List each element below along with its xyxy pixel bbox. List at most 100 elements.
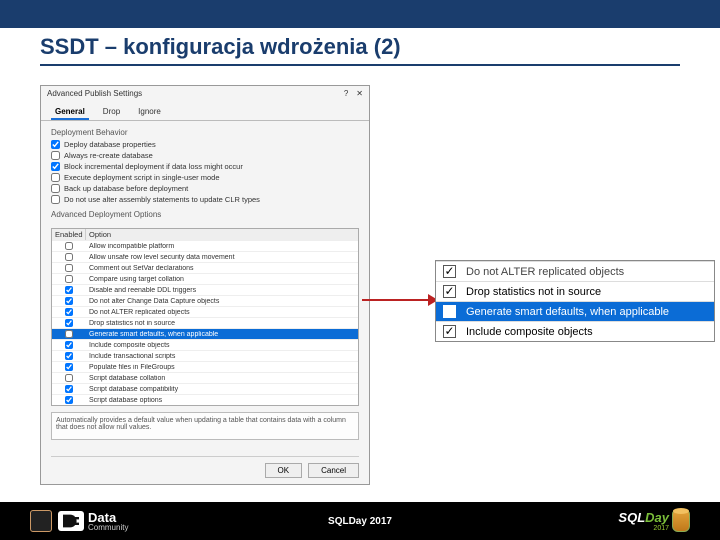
th-enabled: Enabled (52, 229, 86, 240)
option-checkbox[interactable] (65, 374, 73, 382)
behavior-label: Block incremental deployment if data los… (64, 162, 243, 171)
dc-logo-line1: Data (88, 511, 128, 524)
option-row[interactable]: Script database options (52, 394, 358, 405)
zoom-checkbox[interactable] (443, 305, 456, 318)
option-row[interactable]: Populate files in FileGroups (52, 361, 358, 372)
sqlday-year: 2017 (618, 525, 669, 532)
tab-drop[interactable]: Drop (99, 105, 124, 120)
zoom-checkbox[interactable] (443, 265, 456, 278)
behavior-label: Back up database before deployment (64, 184, 188, 193)
option-label: Disable and reenable DDL triggers (86, 287, 358, 294)
option-label: Script database options (86, 397, 358, 404)
behavior-row: Deploy database properties (51, 140, 359, 149)
footer-badge-icon (30, 510, 52, 532)
cancel-button[interactable]: Cancel (308, 463, 359, 478)
zoom-row[interactable]: Do not ALTER replicated objects (436, 261, 714, 281)
option-label: Drop statistics not in source (86, 320, 358, 327)
dialog-title: Advanced Publish Settings (47, 89, 142, 98)
behavior-row: Always re-create database (51, 151, 359, 160)
option-checkbox[interactable] (65, 396, 73, 404)
zoom-checkbox[interactable] (443, 325, 456, 338)
behavior-label: Always re-create database (64, 151, 153, 160)
ok-button[interactable]: OK (265, 463, 303, 478)
option-label: Include composite objects (86, 342, 358, 349)
zoom-checkbox[interactable] (443, 285, 456, 298)
option-label: Do not alter Change Data Capture objects (86, 298, 358, 305)
behavior-checkbox[interactable] (51, 151, 60, 160)
database-icon (672, 510, 690, 532)
dc-logo-line2: Community (88, 524, 128, 532)
option-row[interactable]: Allow incompatible platform (52, 240, 358, 251)
zoom-label: Generate smart defaults, when applicable (462, 306, 714, 318)
option-checkbox[interactable] (65, 363, 73, 371)
option-checkbox[interactable] (65, 385, 73, 393)
zoom-row[interactable]: Drop statistics not in source (436, 281, 714, 301)
option-checkbox[interactable] (65, 253, 73, 261)
option-checkbox[interactable] (65, 308, 73, 316)
behavior-checkbox[interactable] (51, 195, 60, 204)
sqlday-sql: SQL (618, 510, 645, 525)
sqlday-day: Day (645, 510, 669, 525)
sqlday-logo: SQLDay 2017 (618, 510, 690, 532)
dialog-tabs: General Drop Ignore (41, 101, 369, 121)
tab-general[interactable]: General (51, 105, 89, 120)
behavior-row: Execute deployment script in single-user… (51, 173, 359, 182)
help-icon[interactable]: ? (344, 89, 348, 98)
behavior-row: Do not use alter assembly statements to … (51, 195, 359, 204)
option-label: Script database collation (86, 375, 358, 382)
advanced-publish-dialog: Advanced Publish Settings ? ✕ General Dr… (40, 85, 370, 485)
option-label: Comment out SetVar declarations (86, 265, 358, 272)
data-community-logo: Data Community (58, 511, 128, 532)
zoom-row[interactable]: Generate smart defaults, when applicable (436, 301, 714, 321)
option-row[interactable]: Script database compatibility (52, 383, 358, 394)
option-checkbox[interactable] (65, 319, 73, 327)
option-checkbox[interactable] (65, 242, 73, 250)
option-checkbox[interactable] (65, 341, 73, 349)
option-label: Generate smart defaults, when applicable (86, 331, 358, 338)
option-row[interactable]: Do not ALTER replicated objects (52, 306, 358, 317)
behavior-row: Block incremental deployment if data los… (51, 162, 359, 171)
footer-center-text: SQLDay 2017 (328, 516, 392, 527)
option-row[interactable]: Disable and reenable DDL triggers (52, 284, 358, 295)
slide-title: SSDT – konfiguracja wdrożenia (2) (0, 28, 720, 60)
title-rule (40, 64, 680, 66)
behavior-checkbox[interactable] (51, 140, 60, 149)
option-checkbox[interactable] (65, 330, 73, 338)
advanced-options-table: Enabled Option Allow incompatible platfo… (51, 228, 359, 406)
option-row[interactable]: Compare using target collation (52, 273, 358, 284)
section-behavior-label: Deployment Behavior (51, 128, 359, 137)
zoom-label: Include composite objects (462, 326, 714, 338)
close-icon[interactable]: ✕ (356, 89, 363, 98)
behavior-label: Deploy database properties (64, 140, 156, 149)
option-help-text: Automatically provides a default value w… (51, 412, 359, 440)
behavior-label: Do not use alter assembly statements to … (64, 195, 260, 204)
option-row[interactable]: Generate smart defaults, when applicable (52, 328, 358, 339)
option-checkbox[interactable] (65, 264, 73, 272)
option-checkbox[interactable] (65, 286, 73, 294)
zoom-label: Do not ALTER replicated objects (462, 266, 714, 278)
option-label: Allow unsafe row level security data mov… (86, 254, 358, 261)
option-row[interactable]: Drop statistics not in source (52, 317, 358, 328)
slide-top-bar (0, 0, 720, 28)
slide-footer: Data Community SQLDay 2017 SQLDay 2017 (0, 502, 720, 540)
option-label: Compare using target collation (86, 276, 358, 283)
callout-arrow (362, 296, 438, 304)
tab-ignore[interactable]: Ignore (134, 105, 165, 120)
behavior-checkbox[interactable] (51, 162, 60, 171)
option-checkbox[interactable] (65, 275, 73, 283)
option-label: Script database compatibility (86, 386, 358, 393)
zoom-row[interactable]: Include composite objects (436, 321, 714, 341)
th-option: Option (86, 229, 358, 240)
option-row[interactable]: Include transactional scripts (52, 350, 358, 361)
option-checkbox[interactable] (65, 352, 73, 360)
option-row[interactable]: Comment out SetVar declarations (52, 262, 358, 273)
option-row[interactable]: Script database collation (52, 372, 358, 383)
behavior-checkbox[interactable] (51, 184, 60, 193)
option-row[interactable]: Include composite objects (52, 339, 358, 350)
behavior-checkbox[interactable] (51, 173, 60, 182)
zoom-panel: Do not ALTER replicated objects Drop stat… (435, 260, 715, 342)
behavior-label: Execute deployment script in single-user… (64, 173, 220, 182)
option-row[interactable]: Do not alter Change Data Capture objects (52, 295, 358, 306)
option-row[interactable]: Allow unsafe row level security data mov… (52, 251, 358, 262)
option-checkbox[interactable] (65, 297, 73, 305)
